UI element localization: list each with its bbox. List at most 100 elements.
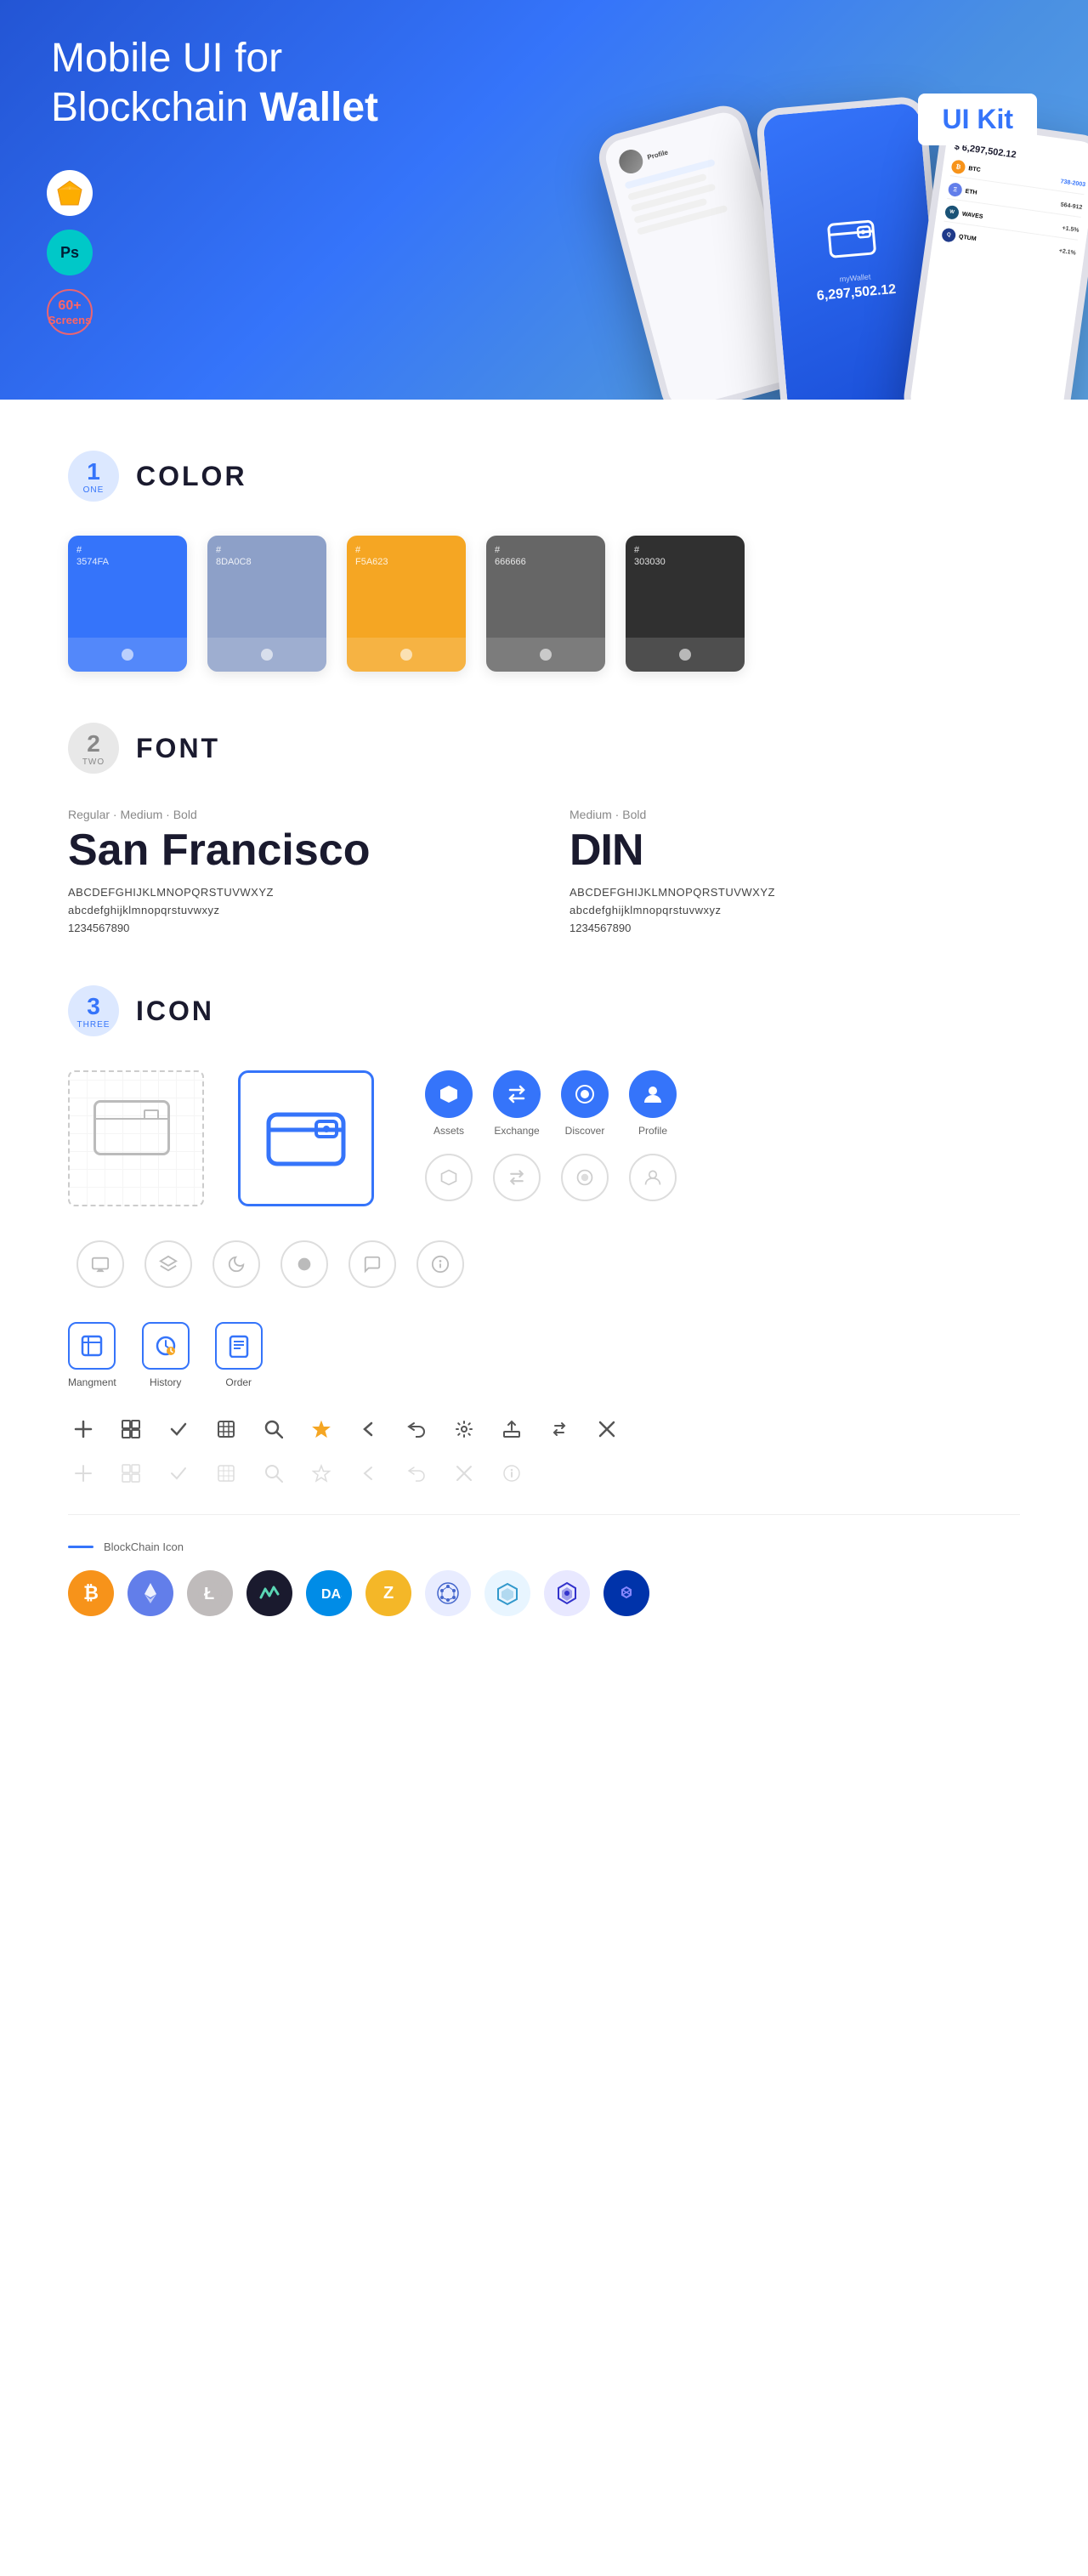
sf-numbers: 1234567890 <box>68 922 518 934</box>
svg-text:₿: ₿ <box>83 1582 99 1603</box>
x-icon-gray <box>449 1458 479 1489</box>
bubble-icon <box>348 1240 396 1288</box>
moon-svg <box>227 1255 246 1274</box>
chat-icon-item <box>76 1240 124 1288</box>
svg-text:Ł: Ł <box>204 1585 214 1603</box>
svg-text:Z: Z <box>383 1584 394 1603</box>
layers-icon <box>144 1240 192 1288</box>
discover-label: Discover <box>565 1125 605 1137</box>
grid-coin-icon <box>425 1570 471 1616</box>
divider <box>68 1514 1020 1515</box>
font-section: 2 TWO FONT Regular · Medium · Bold San F… <box>68 723 1020 934</box>
small-icons-active <box>68 1414 1020 1444</box>
info-icon-gray <box>496 1458 527 1489</box>
grid2-icon-gray <box>211 1458 241 1489</box>
history-svg <box>154 1334 178 1358</box>
exchange-svg <box>506 1083 528 1105</box>
blockchain-label: BlockChain Icon <box>104 1540 184 1553</box>
assets-icon-item: Assets <box>425 1070 473 1137</box>
management-label: Mangment <box>68 1376 116 1388</box>
exchange-label: Exchange <box>494 1125 539 1137</box>
check-icon-gray <box>163 1458 194 1489</box>
swatch-orange: #F5A623 <box>347 536 466 672</box>
profile-icon-circle <box>629 1070 677 1118</box>
profile-svg <box>642 1083 664 1105</box>
star-icon <box>306 1414 337 1444</box>
assets-outline-svg <box>439 1168 458 1187</box>
layers-icon-item <box>144 1240 192 1288</box>
discover-icon-circle <box>561 1070 609 1118</box>
exchange-icon-outline <box>493 1154 541 1201</box>
blockchain-label-row: BlockChain Icon <box>68 1540 1020 1553</box>
svg-text:DASH: DASH <box>321 1587 342 1602</box>
search-icon <box>258 1414 289 1444</box>
swatch-dark-gray: #666666 <box>486 536 605 672</box>
chevron-left-icon <box>354 1414 384 1444</box>
font-grid: Regular · Medium · Bold San Francisco AB… <box>68 808 1020 934</box>
exchange-icon-item: Exchange <box>493 1070 541 1137</box>
extra-icons-row <box>76 1240 464 1288</box>
icon-section: 3 THREE ICON <box>68 985 1020 1616</box>
layers-svg <box>159 1255 178 1274</box>
wallet-card-grid <box>94 1100 170 1155</box>
wallet-blue-icon <box>238 1070 374 1206</box>
sf-style-label: Regular · Medium · Bold <box>68 808 518 821</box>
sf-uppercase: ABCDEFGHIJKLMNOPQRSTUVWXYZ <box>68 886 518 899</box>
app-icons-row: Mangment History <box>68 1322 1020 1388</box>
font-sf: Regular · Medium · Bold San Francisco AB… <box>68 808 518 934</box>
main-content: 1 ONE COLOR #3574FA #8DA0C8 #F5A623 #666… <box>0 400 1088 1701</box>
plus-icon-gray <box>68 1458 99 1489</box>
sf-lowercase: abcdefghijklmnopqrstuvwxyz <box>68 904 518 916</box>
info-svg <box>431 1255 450 1274</box>
search-icon-gray <box>258 1458 289 1489</box>
hero-title-plain: Mobile UI for Blockchain <box>51 36 282 130</box>
exchange-outline-svg <box>507 1168 526 1187</box>
font-section-title: FONT <box>136 733 220 764</box>
history-label: History <box>150 1376 181 1388</box>
circle-icon-item <box>280 1240 328 1288</box>
color-section: 1 ONE COLOR #3574FA #8DA0C8 #F5A623 #666… <box>68 451 1020 672</box>
discover-outline-svg <box>575 1168 594 1187</box>
moon-icon-item <box>212 1240 260 1288</box>
share-icon-gray <box>401 1458 432 1489</box>
waves-icon <box>246 1570 292 1616</box>
settings-icon <box>449 1414 479 1444</box>
profile-label: Profile <box>638 1125 667 1137</box>
icon-section-number: 3 THREE <box>68 985 119 1036</box>
hero-title: Mobile UI for Blockchain Wallet <box>51 34 476 132</box>
phone-mockups: Profile <box>616 111 1088 400</box>
grid-icon <box>116 1414 146 1444</box>
nem-icon <box>544 1570 590 1616</box>
font-din: Medium · Bold DIN ABCDEFGHIJKLMNOPQRSTUV… <box>570 808 1020 934</box>
grid-icon-gray <box>116 1458 146 1489</box>
din-uppercase: ABCDEFGHIJKLMNOPQRSTUVWXYZ <box>570 886 1020 899</box>
check-icon <box>163 1414 194 1444</box>
crypto-icons-row: ₿ Ł <box>68 1570 1020 1616</box>
wallet-icon-hero <box>824 214 879 261</box>
share-icon <box>401 1414 432 1444</box>
color-swatches-container: #3574FA #8DA0C8 #F5A623 #666666 #303030 <box>68 536 1020 672</box>
swap-icon <box>544 1414 575 1444</box>
ps-badge: Ps <box>47 230 93 275</box>
plus-icon <box>68 1414 99 1444</box>
bubble-svg <box>363 1255 382 1274</box>
chat-svg <box>91 1255 110 1274</box>
circle-icon <box>280 1240 328 1288</box>
ui-kit-badge: UI Kit <box>918 94 1037 145</box>
management-icon-item: Mangment <box>68 1322 116 1388</box>
ltc-icon: Ł <box>187 1570 233 1616</box>
assets-outline-circle <box>425 1154 473 1201</box>
grid2-icon <box>211 1414 241 1444</box>
icon-section-header: 3 THREE ICON <box>68 985 1020 1036</box>
discover-icon-item: Discover <box>561 1070 609 1137</box>
exchange-outline-circle <box>493 1154 541 1201</box>
upload-icon <box>496 1414 527 1444</box>
eth-icon <box>128 1570 173 1616</box>
discover-svg <box>574 1083 596 1105</box>
din-lowercase: abcdefghijklmnopqrstuvwxyz <box>570 904 1020 916</box>
profile-outline-svg <box>643 1168 662 1187</box>
order-icon <box>215 1322 263 1370</box>
assets-label: Assets <box>434 1125 464 1137</box>
wallet-svg <box>264 1104 348 1172</box>
din-style-label: Medium · Bold <box>570 808 1020 821</box>
